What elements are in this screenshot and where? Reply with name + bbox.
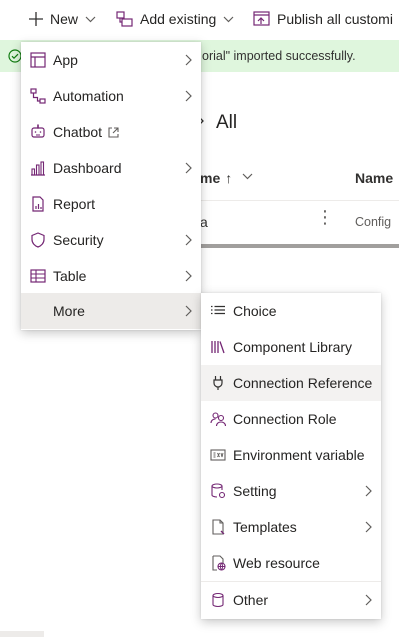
table-icon (29, 267, 47, 285)
menu-item-label: Setting (233, 483, 277, 499)
menu-item-label: Automation (53, 88, 124, 104)
plus-icon (28, 11, 44, 27)
menu-item-chatbot[interactable]: Chatbot (21, 114, 201, 150)
app-icon (29, 51, 47, 69)
menu-item-label: Table (53, 268, 87, 284)
page-title: All (216, 112, 238, 133)
menu-item-table[interactable]: Table (21, 258, 201, 294)
new-button[interactable]: New (28, 0, 96, 38)
menu-item-label: Component Library (233, 339, 353, 355)
chatbot-icon (29, 123, 47, 141)
menu-item-dashboard[interactable]: Dashboard (21, 150, 201, 186)
submenu-item-connection-role[interactable]: Connection Role (201, 401, 381, 437)
database-icon (209, 591, 227, 609)
document-icon (209, 518, 227, 536)
variable-icon (209, 446, 227, 464)
add-existing-icon (116, 11, 134, 27)
submenu-item-other[interactable]: Other (201, 582, 381, 618)
menu-item-label: Connection Reference (233, 375, 373, 391)
chevron-right-icon (185, 54, 192, 66)
horizontal-scrollbar[interactable] (200, 244, 399, 248)
sort-ascending-indicator: ↑ (225, 170, 233, 186)
chevron-down-icon (85, 16, 96, 23)
menu-item-label: Templates (233, 519, 297, 535)
menu-item-label: Report (53, 196, 96, 212)
new-label: New (50, 11, 79, 27)
plug-icon (209, 374, 227, 392)
submenu-item-web-resource[interactable]: Web resource (201, 545, 381, 581)
chevron-right-icon (185, 90, 192, 102)
menu-item-label: Web resource (233, 555, 320, 571)
chevron-down-icon (223, 16, 234, 23)
menu-item-label: Environment variable (233, 447, 365, 463)
row-type-cell: Config (355, 215, 392, 229)
menu-item-report[interactable]: Report (21, 186, 201, 222)
menu-item-label: App (53, 52, 78, 68)
header-divider (200, 200, 399, 201)
publish-all-button[interactable]: Publish all customi (253, 0, 393, 38)
column-header-name-2[interactable]: Name (355, 170, 393, 186)
submenu-item-component-library[interactable]: Component Library (201, 329, 381, 365)
submenu-item-choice[interactable]: Choice (201, 293, 381, 329)
check-circle-icon (8, 49, 22, 63)
menu-item-label: Choice (233, 303, 277, 319)
open-in-new-window-icon (108, 127, 119, 138)
row-name-cell[interactable]: a (200, 214, 208, 230)
publish-label: Publish all customi (277, 11, 393, 27)
automation-icon (29, 87, 47, 105)
menu-item-security[interactable]: Security (21, 222, 201, 258)
chevron-right-icon (185, 305, 192, 317)
add-existing-button[interactable]: Add existing (116, 0, 234, 38)
column-header-label: me (200, 170, 221, 186)
chevron-right-icon (365, 485, 372, 497)
people-icon (209, 410, 227, 428)
menu-item-automation[interactable]: Automation (21, 78, 201, 114)
more-submenu: Choice Component Library Connection Refe… (201, 293, 381, 619)
library-icon (209, 338, 227, 356)
add-existing-label: Add existing (140, 11, 217, 27)
publish-icon (253, 11, 271, 27)
more-options-icon[interactable]: ⋮ (316, 208, 334, 226)
bottom-strip (0, 631, 44, 637)
menu-item-label: Security (53, 232, 104, 248)
submenu-item-templates[interactable]: Templates (201, 509, 381, 545)
chevron-right-icon (365, 521, 372, 533)
column-header-name[interactable]: me ↑ (200, 170, 253, 186)
web-document-icon (209, 554, 227, 572)
chevron-right-icon (185, 234, 192, 246)
menu-item-label: Connection Role (233, 411, 337, 427)
chevron-right-icon (185, 270, 192, 282)
menu-item-app[interactable]: App (21, 42, 201, 78)
command-bar: New Add existing Publish all customi (0, 0, 399, 38)
report-icon (29, 195, 47, 213)
menu-item-more[interactable]: More (21, 293, 201, 329)
chatbot-label: Chatbot (53, 124, 103, 140)
submenu-item-setting[interactable]: Setting (201, 473, 381, 509)
shield-icon (29, 231, 47, 249)
menu-item-label: Dashboard (53, 160, 122, 176)
list-icon (209, 302, 227, 320)
new-menu: App Automation Chatbot Dashboard Report … (21, 42, 201, 330)
dashboard-icon (29, 159, 47, 177)
chevron-down-icon[interactable] (242, 173, 253, 180)
chevron-right-icon (185, 162, 192, 174)
menu-item-label: Other (233, 592, 269, 608)
database-settings-icon (209, 482, 227, 500)
menu-item-label: Chatbot (53, 123, 119, 141)
menu-item-label: More (53, 303, 85, 319)
submenu-item-connection-reference[interactable]: Connection Reference (201, 365, 381, 401)
message-text: orial" imported successfully. (202, 49, 356, 63)
chevron-right-icon (365, 594, 372, 606)
submenu-item-environment-variable[interactable]: Environment variable (201, 437, 381, 473)
